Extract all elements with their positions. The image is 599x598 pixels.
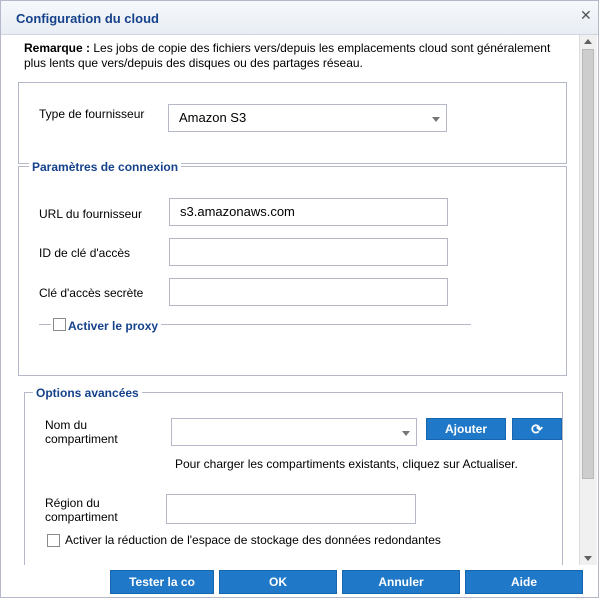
note-label: Remarque : xyxy=(24,41,91,55)
bucket-label: Nom du compartiment xyxy=(45,418,118,446)
note: Remarque : Les jobs de copie des fichier… xyxy=(24,41,569,71)
region-label: Région du compartiment xyxy=(45,496,118,524)
help-button[interactable]: Aide xyxy=(465,570,583,594)
add-bucket-button[interactable]: Ajouter xyxy=(426,418,506,440)
proxy-checkbox[interactable] xyxy=(53,318,66,331)
region-input[interactable] xyxy=(166,494,416,524)
advanced-section: Options avancées Nom du compartiment Ajo… xyxy=(24,386,563,565)
chevron-down-icon[interactable] xyxy=(402,431,410,436)
rrs-label[interactable]: Activer la réduction de l'espace de stoc… xyxy=(65,533,441,547)
advanced-legend: Options avancées xyxy=(33,386,142,400)
rrs-checkbox[interactable] xyxy=(47,534,60,547)
cancel-button[interactable]: Annuler xyxy=(342,570,460,594)
url-value: s3.amazonaws.com xyxy=(180,204,295,219)
proxy-divider-right xyxy=(161,324,471,325)
refresh-icon: ⟳ xyxy=(531,421,543,437)
secret-label: Clé d'accès secrète xyxy=(39,286,144,300)
url-input[interactable]: s3.amazonaws.com xyxy=(169,198,448,226)
close-icon[interactable]: ✕ xyxy=(580,7,592,24)
provider-value: Amazon S3 xyxy=(179,110,247,125)
proxy-label[interactable]: Activer le proxy xyxy=(68,319,158,333)
title-bar[interactable]: Configuration du cloud ✕ xyxy=(1,1,598,35)
refresh-hint: Pour charger les compartiments existants… xyxy=(175,457,518,471)
test-connection-button[interactable]: Tester la co xyxy=(110,570,214,594)
chevron-down-icon[interactable] xyxy=(432,117,440,122)
url-label: URL du fournisseur xyxy=(39,207,142,221)
cloud-config-dialog: Configuration du cloud ✕ Remarque : Les … xyxy=(0,0,599,598)
vertical-scrollbar[interactable] xyxy=(579,35,597,565)
secret-input[interactable] xyxy=(169,278,448,306)
refresh-buckets-button[interactable]: ⟳ xyxy=(512,418,562,440)
note-text: Les jobs de copie des fichiers vers/depu… xyxy=(24,41,551,70)
access-key-label: ID de clé d'accès xyxy=(39,246,131,260)
connection-section: Paramètres de connexion URL du fournisse… xyxy=(18,160,567,376)
dialog-title: Configuration du cloud xyxy=(16,11,159,26)
ok-button[interactable]: OK xyxy=(219,570,337,594)
proxy-divider-left xyxy=(39,324,51,325)
connection-legend: Paramètres de connexion xyxy=(29,160,182,174)
scroll-up-icon[interactable] xyxy=(584,39,592,44)
provider-label: Type de fournisseur xyxy=(39,107,145,121)
dialog-content: Remarque : Les jobs de copie des fichier… xyxy=(1,35,579,565)
provider-select[interactable]: Amazon S3 xyxy=(168,104,447,132)
dialog-footer: Tester la co OK Annuler Aide xyxy=(1,565,598,597)
provider-section: Type de fournisseur Amazon S3 xyxy=(18,82,567,164)
bucket-select[interactable] xyxy=(171,418,417,446)
scrollbar-thumb[interactable] xyxy=(582,49,594,479)
scroll-down-icon[interactable] xyxy=(584,556,592,561)
access-key-input[interactable] xyxy=(169,238,448,266)
